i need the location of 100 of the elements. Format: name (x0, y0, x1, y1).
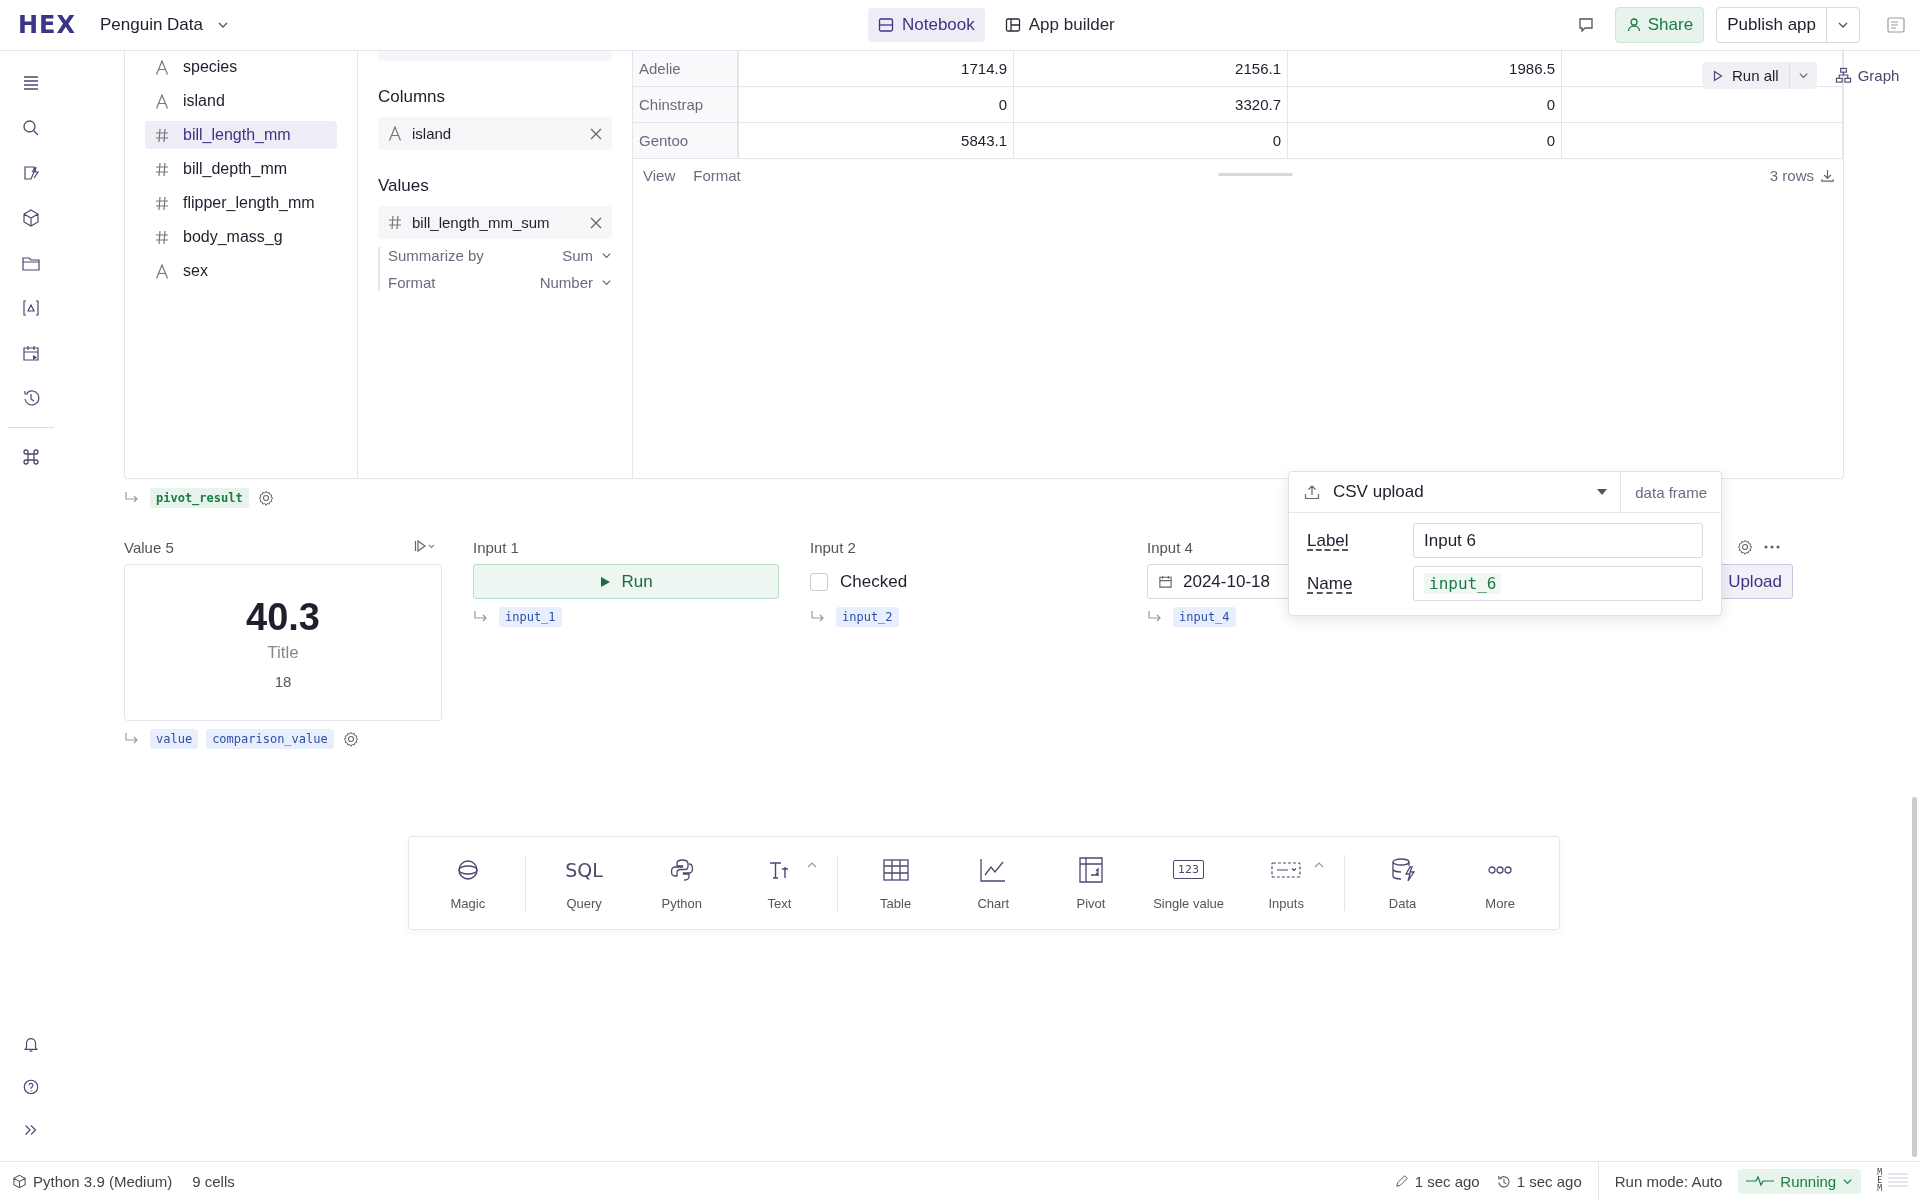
field-item[interactable]: island (145, 87, 337, 115)
run-button[interactable]: Run (473, 564, 779, 599)
logo[interactable]: HEX (18, 11, 76, 39)
section-heading: Columns (378, 87, 447, 107)
table-cell: 0 (1288, 87, 1562, 122)
history-icon (1495, 1173, 1511, 1189)
output-variable-tag[interactable]: comparison_value (206, 729, 334, 749)
checkbox[interactable] (810, 572, 828, 591)
text-input[interactable]: Input 6 (1413, 523, 1703, 558)
table-cell: 1986.5 (1288, 51, 1562, 86)
field-item[interactable]: bill_length_mm (145, 121, 337, 149)
column-chip[interactable]: island (378, 117, 612, 150)
help-icon[interactable] (22, 1078, 40, 1096)
add-cell-button[interactable]: Inputs (1246, 855, 1327, 911)
output-variable-tag[interactable]: input_1 (499, 607, 562, 627)
play-icon (599, 575, 612, 588)
table-footer-tab[interactable]: Format (693, 167, 741, 184)
add-cell-button[interactable]: SQL Query (544, 855, 625, 911)
comment-icon[interactable] (1576, 16, 1595, 34)
memory-meter-icon (1888, 1173, 1908, 1189)
field-item[interactable]: species (145, 53, 337, 81)
project-title[interactable]: Penguin Data (100, 15, 229, 35)
close-icon[interactable] (590, 216, 602, 229)
person-icon (1625, 17, 1642, 33)
scrollbar-thumb[interactable] (1912, 797, 1917, 1157)
output-type: data frame (1634, 482, 1708, 503)
python-icon (668, 856, 695, 883)
text-type-icon (155, 93, 169, 109)
scrollbar-thumb[interactable] (1218, 173, 1293, 176)
output-variable-tag[interactable]: pivot_result (150, 488, 249, 508)
last-run: 1 sec ago (1495, 1172, 1582, 1190)
chevron-icon (601, 277, 612, 288)
settings-icon[interactable] (1736, 538, 1754, 556)
table-cell: 5843.1 (739, 123, 1014, 158)
kernel-status[interactable]: Python 3.9 (Medium) (12, 1172, 173, 1190)
text-type-icon (155, 263, 169, 279)
bell-icon[interactable] (22, 1035, 40, 1053)
chevron-icon (601, 250, 612, 261)
option-dropdown[interactable]: Sum (562, 247, 612, 264)
cube-icon[interactable] (21, 208, 41, 228)
row-count[interactable]: 3 rows (1769, 167, 1835, 184)
text-input[interactable]: input_6 (1413, 566, 1703, 601)
value-chip[interactable]: bill_length_mm_sum (378, 206, 612, 239)
variable-icon[interactable] (21, 298, 41, 318)
input-type-dropdown[interactable]: CSV upload (1289, 472, 1622, 512)
add-cell-button[interactable]: 123 Single value (1148, 855, 1229, 911)
table-footer-tab[interactable]: View (643, 167, 676, 184)
table-cell: 3320.7 (1014, 87, 1288, 122)
caret-icon[interactable] (807, 861, 818, 868)
command-icon[interactable] (21, 447, 41, 467)
option-label: Format (388, 274, 436, 291)
field-item[interactable]: flipper_length_mm (145, 189, 337, 217)
add-cell-button[interactable]: Text (739, 855, 820, 911)
run-mode[interactable]: Run mode: Auto (1614, 1172, 1723, 1190)
output-variable-tag[interactable]: value (150, 729, 199, 749)
add-cell-button[interactable]: Magic (427, 855, 508, 911)
cell-label: Input 2 (810, 538, 856, 556)
layout-icon (1004, 17, 1021, 33)
caret-icon[interactable] (1314, 861, 1325, 868)
output-variable-tag[interactable]: input_4 (1173, 607, 1236, 627)
mode-tab[interactable]: Notebook (868, 8, 985, 42)
checkbox-label[interactable]: Checked (840, 571, 908, 592)
add-cell-button[interactable]: Python (641, 855, 722, 911)
add-cell-button[interactable]: More (1460, 855, 1541, 911)
settings-icon[interactable] (341, 730, 360, 748)
add-cell-button[interactable]: Pivot (1050, 855, 1131, 911)
add-cell-button[interactable]: Data (1362, 855, 1443, 911)
share-button[interactable]: Share (1614, 7, 1705, 43)
settings-icon[interactable] (256, 489, 275, 507)
calendar-icon (1158, 574, 1173, 589)
number-type-icon (155, 161, 169, 177)
graph-button[interactable]: Graph (1834, 67, 1900, 84)
field-item[interactable]: bill_depth_mm (145, 155, 337, 183)
more-icon[interactable] (1764, 545, 1780, 549)
dropdown-triangle-icon (1596, 488, 1609, 496)
dropdown-input-icon (1271, 861, 1302, 878)
cell-label: Value 5 (124, 538, 174, 556)
history-icon[interactable] (21, 388, 41, 408)
data-icon[interactable] (21, 163, 41, 183)
play-icon (1712, 69, 1724, 82)
close-icon[interactable] (590, 127, 602, 140)
field-label: Name (1307, 573, 1354, 594)
mode-tab[interactable]: App builder (994, 8, 1125, 42)
row-header-cell: Gentoo (633, 123, 739, 158)
calendar-icon[interactable] (21, 343, 41, 363)
search-icon[interactable] (21, 118, 41, 138)
output-variable-tag[interactable]: input_2 (836, 607, 899, 627)
number-type-icon (155, 195, 169, 211)
table-cell: 1714.9 (739, 51, 1014, 86)
running-indicator[interactable]: Running (1738, 1168, 1862, 1194)
magic-icon (455, 857, 480, 882)
add-cell-button[interactable]: Chart (953, 855, 1034, 911)
field-item[interactable]: body_mass_g (145, 223, 337, 251)
field-item[interactable]: sex (145, 257, 337, 285)
table-cell: 2156.1 (1014, 51, 1288, 86)
option-dropdown[interactable]: Number (539, 274, 612, 291)
database-bolt-icon (1389, 856, 1416, 883)
outline-icon[interactable] (21, 73, 41, 93)
add-cell-button[interactable]: Table (855, 855, 936, 911)
chevron-icon (1797, 70, 1809, 81)
